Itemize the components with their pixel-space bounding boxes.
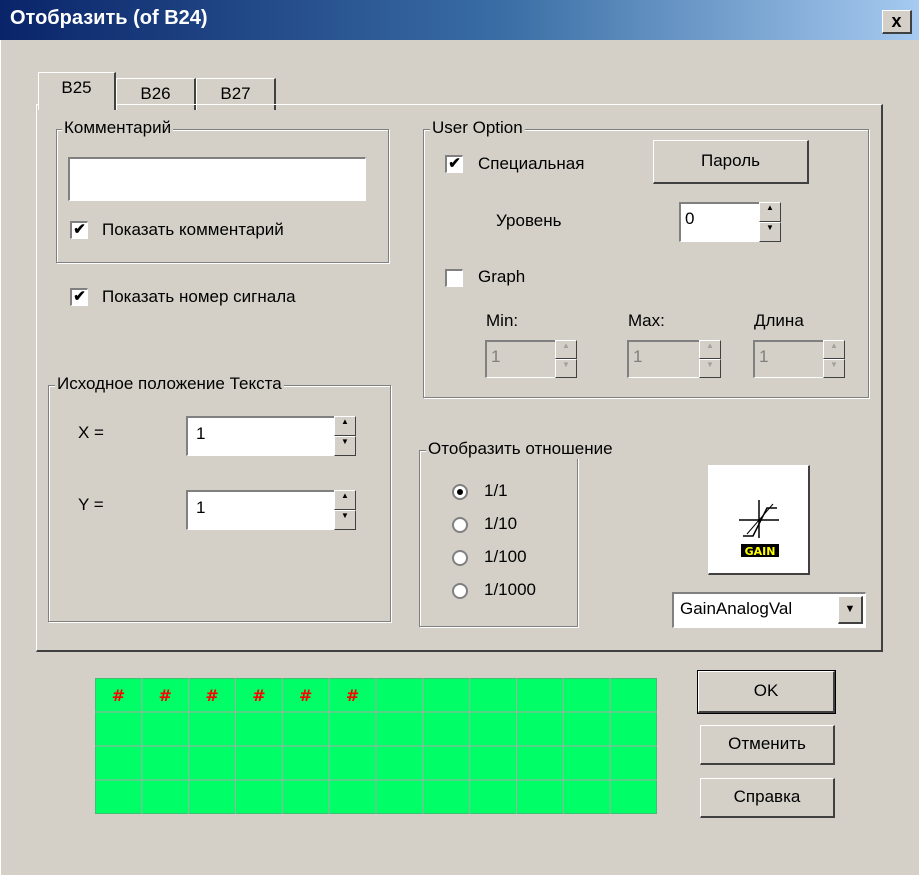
max-label: Max: [628, 311, 665, 330]
y-spinner[interactable]: ▲ ▼ [334, 490, 356, 530]
grid-marker: # [205, 686, 218, 705]
spin-down-icon[interactable]: ▼ [699, 359, 721, 378]
function-select[interactable]: GainAnalogVal [672, 592, 866, 628]
min-label: Min: [486, 311, 519, 330]
ratio-label: 1/1000 [484, 580, 536, 599]
dropdown-button[interactable]: ▼ [838, 596, 863, 624]
grid-marker: # [159, 686, 172, 705]
special-label: Специальная [478, 154, 585, 173]
tab-b25[interactable]: B25 [38, 72, 116, 110]
max-spinner[interactable]: ▲ ▼ [699, 340, 721, 378]
window-frame [0, 40, 6, 875]
y-label: Y = [78, 495, 104, 514]
help-button[interactable]: Справка [700, 778, 835, 818]
level-spinner[interactable]: ▲ ▼ [759, 202, 781, 242]
spin-up-icon[interactable]: ▲ [334, 416, 356, 436]
user-option-legend: User Option [430, 118, 525, 138]
length-spinner[interactable]: ▲ ▼ [823, 340, 845, 378]
min-input[interactable]: 1 [485, 340, 557, 378]
ratio-radio-1-100[interactable] [452, 550, 468, 566]
ratio-label: 1/10 [484, 514, 518, 533]
max-input[interactable]: 1 [627, 340, 701, 378]
grid-marker: # [299, 686, 312, 705]
comment-group-legend: Комментарий [62, 118, 174, 138]
spin-up-icon[interactable]: ▲ [699, 340, 721, 359]
length-label: Длина [754, 311, 804, 330]
function-icon-box: GAIN [708, 465, 810, 575]
function-select-value: GainAnalogVal [680, 599, 793, 618]
y-input[interactable]: 1 [186, 490, 336, 530]
tab-label: B26 [140, 84, 171, 103]
gain-icon: GAIN [739, 500, 779, 558]
cancel-button[interactable]: Отменить [700, 725, 835, 765]
spin-up-icon[interactable]: ▲ [334, 490, 356, 510]
signal-preview-grid: # # # # # # [95, 678, 657, 814]
ratio-radio-1-1[interactable] [452, 484, 468, 500]
show-comment-label: Показать комментарий [102, 220, 284, 239]
tab-label: B27 [220, 84, 251, 103]
x-label: X = [78, 423, 104, 442]
close-icon: x [891, 11, 902, 31]
show-signal-number-checkbox[interactable]: ✔ [70, 288, 88, 306]
close-button[interactable]: x [882, 10, 912, 34]
gain-icon-text: GAIN [745, 545, 776, 558]
spin-down-icon[interactable]: ▼ [334, 510, 356, 530]
spin-up-icon[interactable]: ▲ [823, 340, 845, 359]
grid-marker: # [112, 686, 125, 705]
tab-label: B25 [61, 78, 92, 97]
show-signal-number-label: Показать номер сигнала [102, 287, 296, 306]
x-spinner[interactable]: ▲ ▼ [334, 416, 356, 456]
spin-down-icon[interactable]: ▼ [759, 222, 781, 242]
comment-input[interactable] [68, 157, 366, 201]
ratio-radio-1-1000[interactable] [452, 583, 468, 599]
spin-down-icon[interactable]: ▼ [823, 359, 845, 378]
min-spinner[interactable]: ▲ ▼ [555, 340, 577, 378]
level-input[interactable]: 0 [679, 202, 761, 242]
graph-label: Graph [478, 267, 526, 286]
ratio-radio-1-10[interactable] [452, 517, 468, 533]
ratio-legend: Отобразить отношение [426, 439, 615, 459]
show-comment-checkbox[interactable]: ✔ [70, 221, 88, 239]
ratio-group [419, 450, 578, 627]
special-checkbox[interactable]: ✔ [445, 155, 463, 173]
x-input[interactable]: 1 [186, 416, 336, 456]
grid-marker: # [346, 686, 359, 705]
ratio-label: 1/100 [484, 547, 527, 566]
ratio-label: 1/1 [484, 481, 508, 500]
title-bar: Отобразить (of B24) x [0, 0, 919, 40]
spin-up-icon[interactable]: ▲ [759, 202, 781, 222]
chevron-down-icon: ▼ [844, 603, 856, 615]
length-input[interactable]: 1 [753, 340, 825, 378]
graph-checkbox[interactable] [445, 269, 463, 287]
text-position-legend: Исходное положение Текста [55, 374, 284, 394]
grid-marker: # [252, 686, 265, 705]
spin-down-icon[interactable]: ▼ [555, 359, 577, 378]
window-title: Отобразить (of B24) [10, 7, 208, 29]
ok-button[interactable]: OK [697, 670, 836, 714]
level-label: Уровень [496, 211, 562, 230]
password-button[interactable]: Пароль [653, 140, 809, 184]
spin-up-icon[interactable]: ▲ [555, 340, 577, 359]
spin-down-icon[interactable]: ▼ [334, 436, 356, 456]
